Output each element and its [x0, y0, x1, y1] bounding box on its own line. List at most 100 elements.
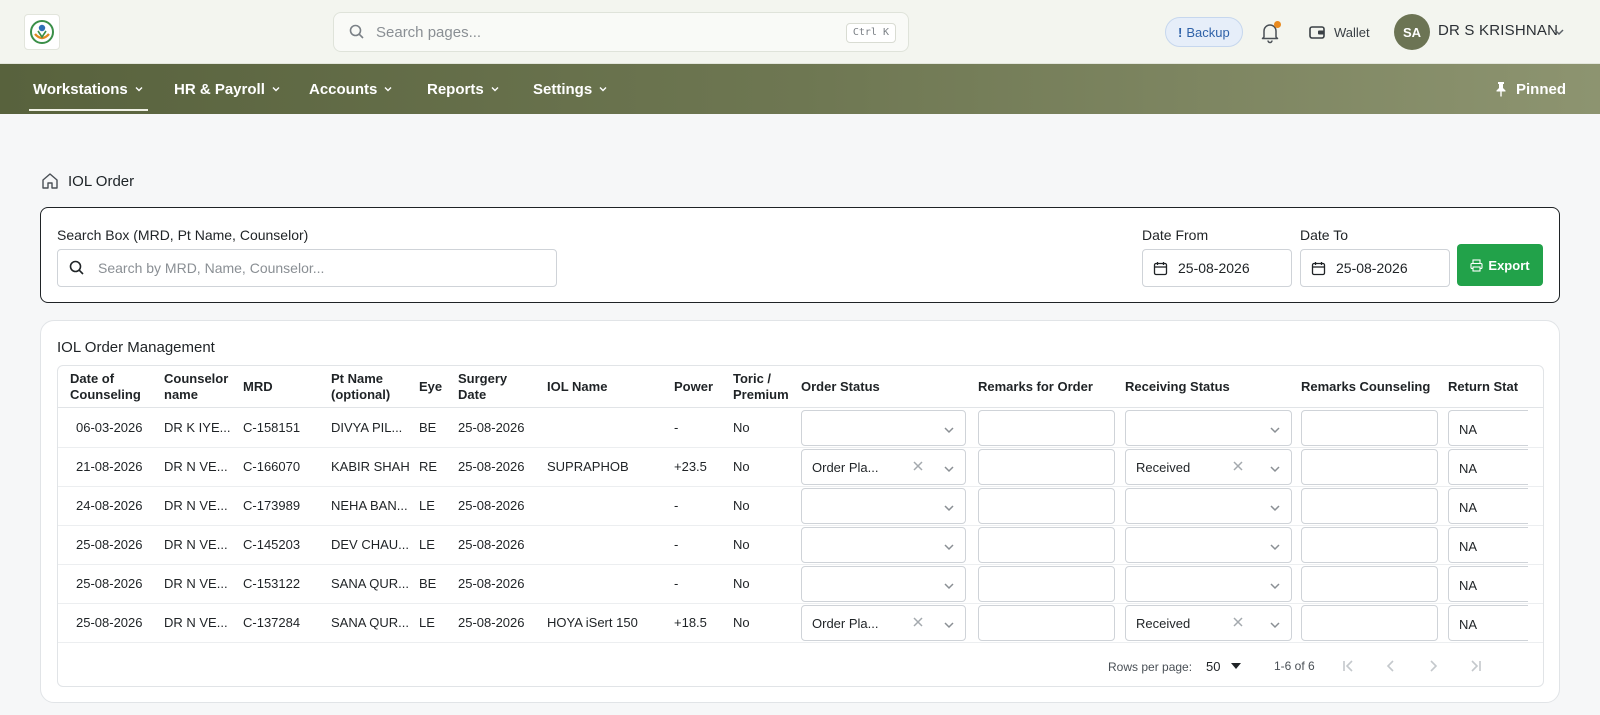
- eye-cell: RE: [419, 459, 438, 474]
- remarks-for-order-input[interactable]: [978, 449, 1115, 485]
- remarks-counseling-input[interactable]: [1301, 566, 1438, 602]
- breadcrumb: IOL Order: [40, 171, 134, 191]
- rows-per-page-select[interactable]: 50: [1206, 659, 1220, 674]
- nav-workstations[interactable]: Workstations: [29, 64, 148, 114]
- order-status-select[interactable]: [801, 488, 966, 524]
- clear-icon[interactable]: [911, 459, 925, 473]
- receiving-status-select[interactable]: [1125, 410, 1292, 446]
- chevron-down-icon: [272, 87, 280, 92]
- chevron-down-icon[interactable]: [943, 501, 955, 513]
- return-status-field[interactable]: NA: [1448, 527, 1528, 563]
- counselor-name-cell: DR N VE...: [164, 537, 228, 552]
- return-status-field[interactable]: NA: [1448, 410, 1528, 446]
- clear-icon[interactable]: [1231, 615, 1245, 629]
- nav-settings[interactable]: Settings: [529, 64, 612, 114]
- search-pages-input[interactable]: Search pages... Ctrl K: [333, 12, 909, 52]
- mrd-cell: C-173989: [243, 498, 301, 513]
- notifications-button[interactable]: [1258, 20, 1282, 44]
- main-nav: Workstations HR & Payroll Accounts Repor…: [0, 64, 1600, 114]
- wallet-button[interactable]: Wallet: [1308, 20, 1370, 44]
- column-header: Return Stat: [1448, 379, 1519, 394]
- last-page-icon[interactable]: [1466, 657, 1484, 675]
- remarks-for-order-input[interactable]: [978, 527, 1115, 563]
- receiving-status-select[interactable]: [1125, 527, 1292, 563]
- mrd-cell: C-145203: [243, 537, 301, 552]
- patient-name-cell: DIVYA PIL...: [331, 420, 403, 435]
- column-header: Pt Name (optional): [331, 371, 391, 402]
- iol-name-cell: HOYA iSert 150: [547, 615, 638, 630]
- search-icon: [69, 260, 84, 275]
- receiving-status-select[interactable]: Received: [1125, 605, 1292, 641]
- chevron-down-icon[interactable]: [1269, 423, 1281, 435]
- export-button[interactable]: Export: [1457, 244, 1543, 286]
- pinned-button[interactable]: Pinned: [1494, 64, 1566, 114]
- order-status-select[interactable]: Order Pla...: [801, 605, 966, 641]
- mrd-cell: C-166070: [243, 459, 301, 474]
- nav-accounts[interactable]: Accounts: [305, 64, 397, 114]
- wallet-icon: [1309, 26, 1325, 39]
- mrd-cell: C-137284: [243, 615, 301, 630]
- previous-page-icon[interactable]: [1382, 657, 1400, 675]
- receiving-status-select[interactable]: Received: [1125, 449, 1292, 485]
- remarks-counseling-input[interactable]: [1301, 605, 1438, 641]
- home-icon[interactable]: [40, 171, 60, 191]
- remarks-for-order-input[interactable]: [978, 410, 1115, 446]
- power-cell: -: [674, 420, 679, 435]
- remarks-counseling-input[interactable]: [1301, 410, 1438, 446]
- return-status-field[interactable]: NA: [1448, 488, 1528, 524]
- surgery-date-cell: 25-08-2026: [458, 576, 525, 591]
- iol-order-table: Date of Counseling Counselor name MRD Pt Na…: [57, 365, 1544, 687]
- chevron-down-icon[interactable]: [943, 540, 955, 552]
- remarks-counseling-input[interactable]: [1301, 527, 1438, 563]
- column-header: Order Status: [801, 379, 880, 394]
- order-status-select[interactable]: [801, 410, 966, 446]
- chevron-down-icon[interactable]: [943, 423, 955, 435]
- receiving-status-select[interactable]: [1125, 488, 1292, 524]
- nav-hr-payroll[interactable]: HR & Payroll: [170, 64, 285, 114]
- avatar[interactable]: SA: [1394, 14, 1430, 50]
- toric-premium-cell: No: [733, 498, 750, 513]
- chevron-down-icon[interactable]: [1553, 26, 1565, 38]
- remarks-for-order-input[interactable]: [978, 488, 1115, 524]
- column-header: Power: [674, 379, 714, 394]
- receiving-status-value: Received: [1136, 616, 1191, 631]
- table-row: 25-08-2026 DR N VE... C-137284 SANA QUR... L…: [58, 603, 1543, 643]
- chevron-down-icon[interactable]: [943, 462, 955, 474]
- nav-reports[interactable]: Reports: [423, 64, 504, 114]
- user-name[interactable]: DR S KRISHNAN: [1438, 22, 1558, 39]
- chevron-down-icon[interactable]: [1269, 540, 1281, 552]
- search-input[interactable]: Search by MRD, Name, Counselor...: [57, 249, 557, 287]
- chevron-down-icon[interactable]: [943, 579, 955, 591]
- remarks-counseling-input[interactable]: [1301, 449, 1438, 485]
- chevron-down-icon[interactable]: [1269, 618, 1281, 630]
- receiving-status-select[interactable]: [1125, 566, 1292, 602]
- iol-name-cell: SUPRAPHOB: [547, 459, 629, 474]
- eye-cell: BE: [419, 576, 437, 591]
- return-status-field[interactable]: NA: [1448, 449, 1528, 485]
- order-status-select[interactable]: [801, 566, 966, 602]
- chevron-down-icon[interactable]: [943, 618, 955, 630]
- remarks-counseling-input[interactable]: [1301, 488, 1438, 524]
- first-page-icon[interactable]: [1340, 657, 1358, 675]
- chevron-down-icon[interactable]: [1269, 462, 1281, 474]
- next-page-icon[interactable]: [1424, 657, 1442, 675]
- order-status-select[interactable]: [801, 527, 966, 563]
- remarks-for-order-input[interactable]: [978, 605, 1115, 641]
- app-logo[interactable]: [24, 14, 60, 50]
- chevron-down-icon[interactable]: [1269, 501, 1281, 513]
- table-row: 25-08-2026 DR N VE... C-145203 DEV CHAU... L…: [58, 525, 1543, 565]
- patient-name-cell: DEV CHAU...: [331, 537, 410, 552]
- clear-icon[interactable]: [911, 615, 925, 629]
- date-from-field[interactable]: 25-08-2026: [1142, 249, 1292, 287]
- patient-name-cell: SANA QUR...: [331, 615, 410, 630]
- chevron-down-icon[interactable]: [1269, 579, 1281, 591]
- date-to-field[interactable]: 25-08-2026: [1300, 249, 1450, 287]
- caret-down-icon[interactable]: [1231, 662, 1241, 670]
- return-status-value: NA: [1459, 461, 1478, 476]
- return-status-field[interactable]: NA: [1448, 605, 1528, 641]
- return-status-field[interactable]: NA: [1448, 566, 1528, 602]
- clear-icon[interactable]: [1231, 459, 1245, 473]
- order-status-select[interactable]: Order Pla...: [801, 449, 966, 485]
- backup-button[interactable]: ! Backup: [1165, 17, 1243, 47]
- remarks-for-order-input[interactable]: [978, 566, 1115, 602]
